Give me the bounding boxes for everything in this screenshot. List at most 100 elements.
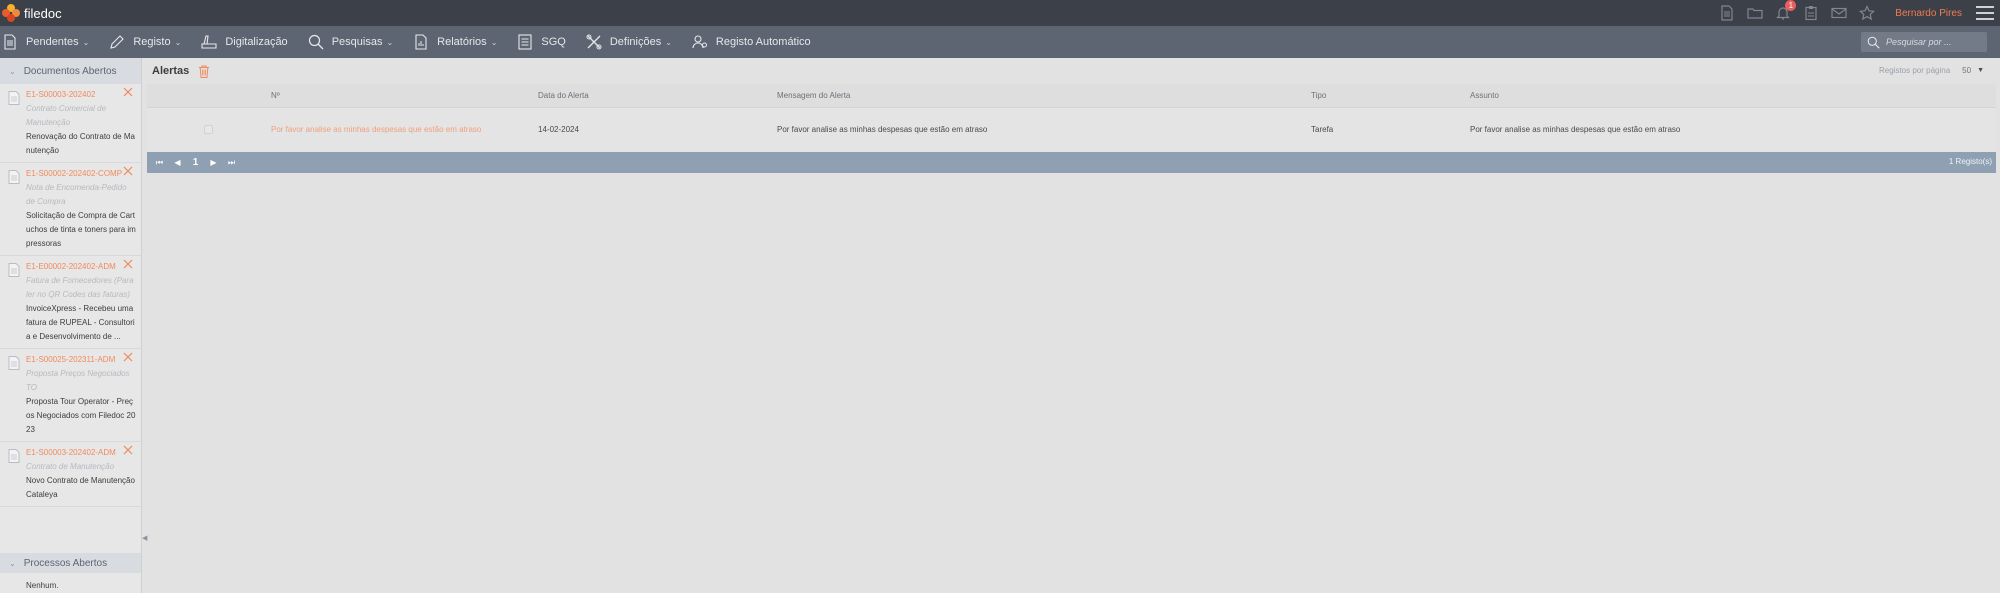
table-row[interactable]: Por favor analise as minhas despesas que… [147,107,1996,152]
scanner-icon [201,35,217,49]
section-title: Documentos Abertos [23,65,117,77]
document-icon [4,34,16,50]
processes-empty-text: Nenhum. [26,581,59,590]
clipboard-icon[interactable] [1803,5,1819,21]
document-type: Fatura de Fornecedores (Para ler no QR C… [26,276,134,299]
nav-label: Pesquisas [331,36,383,48]
open-processes-header[interactable]: ⌄ Processos Abertos [0,553,141,573]
caret-down-icon: ▼ [1977,67,1984,74]
column-header-mensagem[interactable]: Mensagem do Alerta [777,84,1311,107]
open-document-item[interactable]: E1-S00002-202402-COMP Nota de Encomenda-… [0,163,141,256]
app-logo[interactable]: filedoc [2,4,62,22]
column-header-tipo[interactable]: Tipo [1311,84,1470,107]
alerts-table: Nº Data do Alerta Mensagem do Alerta Tip… [147,84,1996,152]
document-type: Proposta Preços Negociados TO [26,369,130,392]
last-page-icon[interactable]: ⏭ [226,158,237,168]
chevron-down-icon: ⌄ [174,37,182,47]
logo-icon [2,4,20,22]
trash-icon[interactable] [198,65,210,78]
open-document-item[interactable]: E1-E00002-202402-ADM Fatura de Fornecedo… [0,256,141,349]
column-header-assunto[interactable]: Assunto [1470,84,1996,107]
chevron-down-icon: ⌄ [665,37,672,47]
chevron-down-icon: ⌄ [9,66,16,76]
user-name[interactable]: Bernardo Pires [1895,8,1962,19]
document-code[interactable]: E1-E00002-202402-ADM [26,260,137,274]
column-header-numero[interactable]: Nº [271,84,538,107]
alert-number-link[interactable]: Por favor analise as minhas despesas que… [271,107,538,152]
document-type: Contrato de Manutenção [26,462,115,471]
top-bar: filedoc 1 Bernardo Pires [0,0,2000,26]
row-checkbox[interactable] [204,125,213,135]
current-page[interactable]: 1 [190,157,201,168]
nav-definicoes[interactable]: Definições ⌄ [586,26,672,58]
nav-pendentes[interactable]: Pendentes ⌄ [2,26,89,58]
checklist-icon [518,34,532,50]
previous-page-icon[interactable]: ◀ [172,158,183,167]
per-page-value: 50 [1962,66,1972,75]
document-icon [8,449,20,463]
document-icon [8,356,20,370]
document-description: InvoiceXpress - Recebeu uma fatura de RU… [26,304,135,341]
document-code[interactable]: E1-S00003-202402-ADM [26,446,137,460]
search-icon [1867,36,1880,49]
open-document-item[interactable]: E1-S00003-202402 Contrato Comercial de M… [0,84,141,163]
document-code[interactable]: E1-S00002-202402-COMP [26,167,137,181]
search-input[interactable] [1886,37,1981,47]
document-code[interactable]: E1-S00025-202311-ADM [26,353,137,367]
menu-icon[interactable] [1976,6,1994,20]
document-description: Solicitação de Compra de Cartuchos de ti… [26,211,136,248]
user-gear-icon [692,35,707,49]
nav-label: Definições [609,36,662,48]
folder-icon[interactable] [1747,5,1763,21]
bell-icon[interactable]: 1 [1775,0,1797,21]
per-page-selector[interactable]: Registos por página 50 ▼ [1879,66,1984,75]
nav-registo-automatico[interactable]: Registo Automático [692,26,811,58]
nav-label: Registo Automático [715,36,811,48]
page-header: Alertas [147,58,1998,84]
tools-icon [586,34,602,50]
per-page-label: Registos por página [1879,66,1951,75]
record-count: 1 Registo(s) [1948,157,1992,166]
main-content: Alertas Registos por página 50 ▼ Nº Data… [147,58,1998,593]
document-icon [8,91,20,105]
search-icon [308,34,324,50]
nav-digitalizacao[interactable]: Digitalização [201,26,288,58]
row-select-cell [147,107,271,152]
document-icon[interactable] [1719,5,1735,21]
nav-pesquisas[interactable]: Pesquisas ⌄ [308,26,393,58]
close-icon[interactable] [123,166,133,176]
nav-label: Registo [133,36,171,48]
nav-relatorios[interactable]: Relatórios ⌄ [413,26,497,58]
sidebar: ⌄ Documentos Abertos E1-S00003-202402 Co… [0,58,142,593]
first-page-icon[interactable]: ⏮ [154,158,165,168]
alert-message: Por favor analise as minhas despesas que… [777,125,988,135]
nav-label: Relatórios [437,36,487,48]
document-type: Nota de Encomenda-Pedido de Compra [26,183,127,206]
open-document-item[interactable]: E1-S00003-202402-ADM Contrato de Manuten… [0,442,141,507]
pencil-icon [110,35,125,49]
open-document-item[interactable]: E1-S00025-202311-ADM Proposta Preços Neg… [0,349,141,442]
star-icon[interactable] [1859,5,1876,21]
close-icon[interactable] [123,259,133,269]
close-icon[interactable] [123,352,133,362]
column-header-data[interactable]: Data do Alerta [538,84,777,107]
chevron-down-icon: ⌄ [82,37,90,47]
document-description: Renovação do Contrato de Manutenção [26,132,135,155]
open-documents-header[interactable]: ⌄ Documentos Abertos [0,58,141,84]
close-icon[interactable] [123,87,133,97]
document-description: Novo Contrato de Manutenção Cataleya [26,476,135,499]
close-icon[interactable] [123,445,133,455]
alert-date: 14-02-2024 [538,125,579,135]
mail-icon[interactable] [1831,5,1847,21]
document-code[interactable]: E1-S00003-202402 [26,88,137,102]
report-icon [415,34,427,50]
nav-sgq[interactable]: SGQ [517,26,566,58]
chevron-down-icon: ⌄ [9,558,16,568]
nav-registo[interactable]: Registo ⌄ [109,26,181,58]
nav-label: SGQ [541,36,566,48]
chevron-down-icon: ⌄ [386,37,394,47]
document-icon [8,263,20,277]
next-page-icon[interactable]: ▶ [208,158,219,167]
nav-label: Digitalização [225,36,288,48]
table-header-row: Nº Data do Alerta Mensagem do Alerta Tip… [147,84,1996,107]
